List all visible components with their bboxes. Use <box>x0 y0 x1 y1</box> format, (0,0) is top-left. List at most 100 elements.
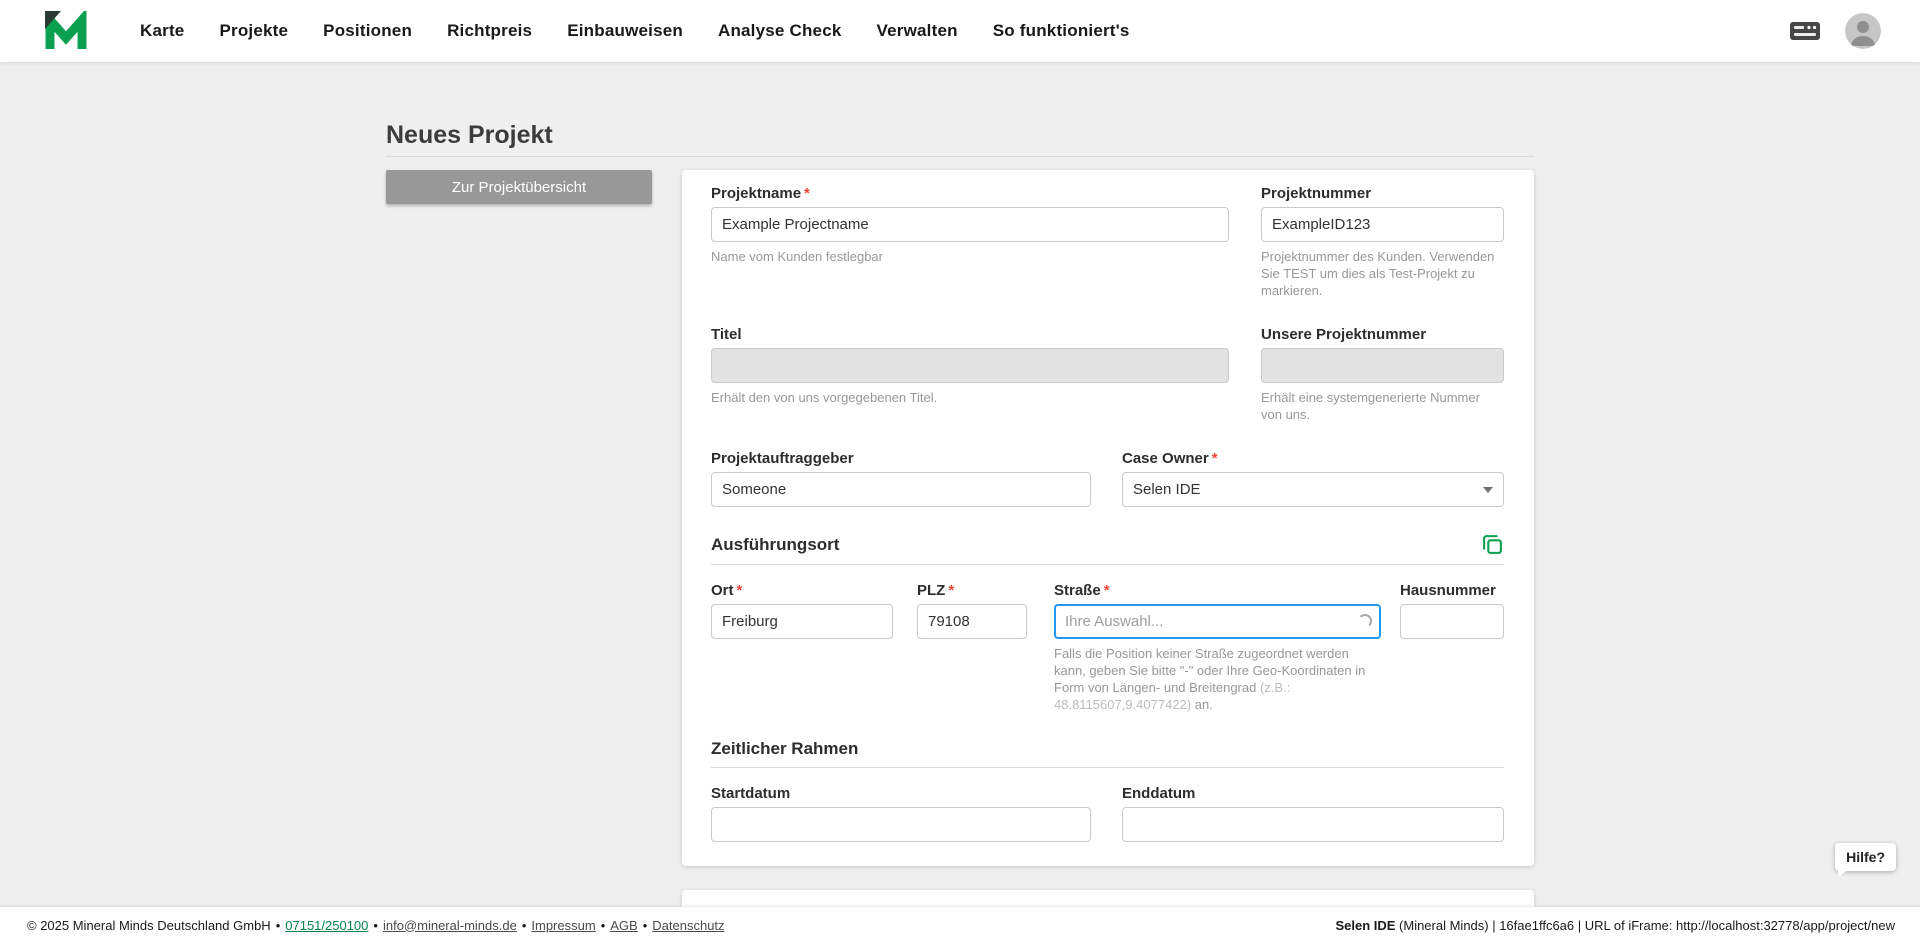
footer: © 2025 Mineral Minds Deutschland GmbH • … <box>0 907 1920 943</box>
strasse-label: Straße* <box>1054 581 1381 600</box>
session-details: (Mineral Minds) | 16fae1ffc6a6 | URL of … <box>1395 918 1895 933</box>
titel-field: Titel Erhält den von uns vorgegebenen Ti… <box>711 325 1229 423</box>
chevron-down-icon <box>1483 487 1493 493</box>
loading-spinner-icon <box>1358 614 1372 628</box>
projektname-helper: Name vom Kunden festlegbar <box>711 248 1229 265</box>
titel-label: Titel <box>711 325 1229 344</box>
required-asterisk: * <box>1104 582 1110 599</box>
ort-label-text: Ort <box>711 582 734 599</box>
form-row-2: Titel Erhält den von uns vorgegebenen Ti… <box>711 325 1504 423</box>
form-row-3: Projektauftraggeber Case Owner* Selen ID… <box>711 449 1504 507</box>
terminal-icon[interactable] <box>1789 19 1821 43</box>
separator: • <box>601 918 606 933</box>
back-to-projects-button[interactable]: Zur Projektübersicht <box>386 170 652 204</box>
separator: • <box>373 918 378 933</box>
navbar-right <box>1789 13 1881 49</box>
top-navbar: Karte Projekte Positionen Richtpreis Ein… <box>0 0 1920 62</box>
new-project-form-card: Projektname* Name vom Kunden festlegbar … <box>682 170 1534 866</box>
copy-icon[interactable] <box>1481 533 1504 556</box>
projektname-field: Projektname* Name vom Kunden festlegbar <box>711 184 1229 299</box>
case-owner-field: Case Owner* Selen IDE <box>1122 449 1504 507</box>
case-owner-label: Case Owner* <box>1122 449 1504 468</box>
enddatum-input[interactable] <box>1122 807 1504 842</box>
nav-item-verwalten[interactable]: Verwalten <box>877 21 958 41</box>
titel-helper: Erhält den von uns vorgegebenen Titel. <box>711 389 1229 406</box>
impressum-link[interactable]: Impressum <box>531 918 595 933</box>
form-row-5: Startdatum Enddatum <box>711 784 1504 842</box>
strasse-helper-main: Falls die Position keiner Straße zugeord… <box>1054 646 1365 695</box>
startdatum-label: Startdatum <box>711 784 1091 803</box>
logo-graphic <box>44 11 90 51</box>
required-asterisk: * <box>804 185 810 202</box>
enddatum-label: Enddatum <box>1122 784 1504 803</box>
projektauftraggeber-label: Projektauftraggeber <box>711 449 1091 468</box>
separator: • <box>643 918 648 933</box>
projektauftraggeber-field: Projektauftraggeber <box>711 449 1091 507</box>
nav-item-analyse-check[interactable]: Analyse Check <box>718 21 842 41</box>
unsere-projektnummer-label: Unsere Projektnummer <box>1261 325 1504 344</box>
startdatum-field: Startdatum <box>711 784 1091 842</box>
case-owner-select[interactable]: Selen IDE <box>1122 472 1504 507</box>
separator: • <box>522 918 527 933</box>
nav-item-positionen[interactable]: Positionen <box>323 21 412 41</box>
required-asterisk: * <box>737 582 743 599</box>
plz-field: PLZ* <box>917 581 1027 713</box>
nav-item-so-funktionierts[interactable]: So funktioniert's <box>993 21 1130 41</box>
strasse-field: Straße* Falls die Position keiner Straße… <box>1054 581 1381 713</box>
form-row-4: Ort* PLZ* Straße* <box>711 581 1504 713</box>
case-owner-selected-value: Selen IDE <box>1133 481 1201 498</box>
zeitlicher-rahmen-section-header: Zeitlicher Rahmen <box>711 739 1504 759</box>
unsere-projektnummer-field: Unsere Projektnummer Erhält eine systemg… <box>1261 325 1504 423</box>
nav-item-projekte[interactable]: Projekte <box>219 21 288 41</box>
hausnummer-input[interactable] <box>1400 604 1504 639</box>
ort-input[interactable] <box>711 604 893 639</box>
copyright-text: © 2025 Mineral Minds Deutschland GmbH <box>27 918 271 933</box>
required-asterisk: * <box>1212 450 1218 467</box>
agb-link[interactable]: AGB <box>610 918 637 933</box>
email-link[interactable]: info@mineral-minds.de <box>383 918 517 933</box>
strasse-input-wrap <box>1054 604 1381 639</box>
projektnummer-input[interactable] <box>1261 207 1504 242</box>
titel-input <box>711 348 1229 383</box>
case-owner-label-text: Case Owner <box>1122 450 1209 467</box>
startdatum-input[interactable] <box>711 807 1091 842</box>
next-card-peek <box>682 890 1534 908</box>
nav-item-karte[interactable]: Karte <box>140 21 184 41</box>
zeitlicher-rahmen-divider <box>711 767 1504 768</box>
unsere-projektnummer-helper: Erhält eine systemgenerierte Nummer von … <box>1261 389 1504 423</box>
projektname-label: Projektname* <box>711 184 1229 203</box>
zeitlicher-rahmen-heading: Zeitlicher Rahmen <box>711 739 858 759</box>
session-user: Selen IDE <box>1335 918 1395 933</box>
plz-input[interactable] <box>917 604 1027 639</box>
user-avatar-icon[interactable] <box>1845 13 1881 49</box>
help-button[interactable]: Hilfe? <box>1835 843 1896 871</box>
nav-item-richtpreis[interactable]: Richtpreis <box>447 21 532 41</box>
projektauftraggeber-input[interactable] <box>711 472 1091 507</box>
plz-label-text: PLZ <box>917 582 945 599</box>
enddatum-field: Enddatum <box>1122 784 1504 842</box>
projektname-label-text: Projektname <box>711 185 801 202</box>
datenschutz-link[interactable]: Datenschutz <box>652 918 724 933</box>
unsere-projektnummer-input <box>1261 348 1504 383</box>
strasse-input[interactable] <box>1054 604 1381 639</box>
form-row-1: Projektname* Name vom Kunden festlegbar … <box>711 184 1504 299</box>
main-content: Neues Projekt Zur Projektübersicht Proje… <box>386 62 1534 866</box>
projektname-input[interactable] <box>711 207 1229 242</box>
hausnummer-label: Hausnummer <box>1400 581 1504 600</box>
phone-link[interactable]: 07151/250100 <box>285 918 368 933</box>
projektnummer-label: Projektnummer <box>1261 184 1504 203</box>
ausfuehrungsort-section-header: Ausführungsort <box>711 533 1504 556</box>
hausnummer-field: Hausnummer <box>1400 581 1504 713</box>
ausfuehrungsort-heading: Ausführungsort <box>711 535 839 555</box>
mineral-minds-logo[interactable] <box>44 11 90 51</box>
title-divider <box>386 156 1534 157</box>
left-column: Zur Projektübersicht <box>386 170 652 204</box>
projektnummer-helper: Projektnummer des Kunden. Verwenden Sie … <box>1261 248 1504 299</box>
nav-item-einbauweisen[interactable]: Einbauweisen <box>567 21 683 41</box>
footer-session-info: Selen IDE (Mineral Minds) | 16fae1ffc6a6… <box>1335 918 1895 933</box>
main-nav: Karte Projekte Positionen Richtpreis Ein… <box>140 21 1130 41</box>
strasse-helper-suffix: an. <box>1191 697 1213 712</box>
strasse-helper: Falls die Position keiner Straße zugeord… <box>1054 645 1381 713</box>
ort-label: Ort* <box>711 581 893 600</box>
content-row: Zur Projektübersicht Projektname* Name v… <box>386 170 1534 866</box>
